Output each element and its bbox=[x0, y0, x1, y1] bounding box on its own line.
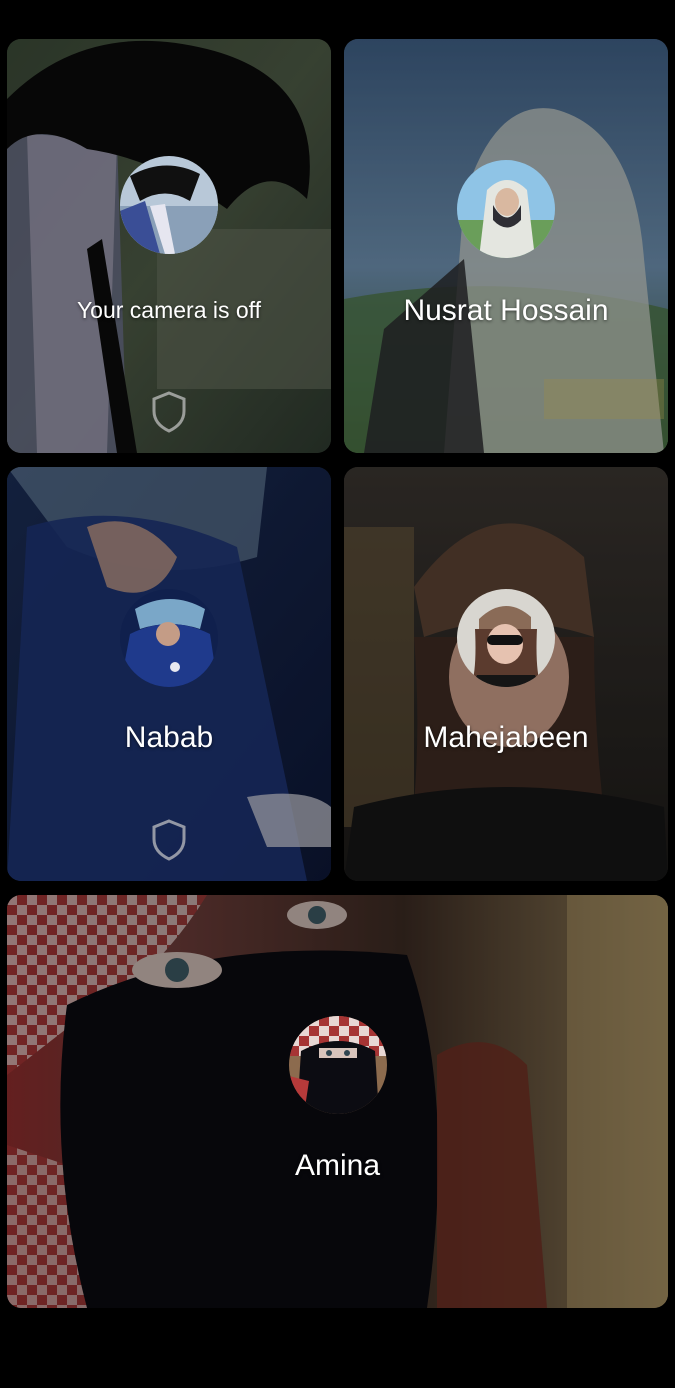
avatar bbox=[288, 1016, 387, 1114]
avatar bbox=[120, 156, 218, 254]
participant-tile-mahejabeen[interactable]: Mahejabeen bbox=[344, 467, 668, 881]
participant-name: Amina bbox=[294, 1149, 381, 1182]
avatar bbox=[457, 160, 555, 258]
participant-tile-amina[interactable]: Amina bbox=[7, 895, 668, 1308]
participant-name: Mahejabeen bbox=[423, 721, 589, 754]
participant-tile-nusrat-hossain[interactable]: Nusrat Hossain bbox=[344, 39, 668, 453]
participant-name: Your camera is off bbox=[76, 297, 262, 323]
participant-name: Nabab bbox=[124, 721, 214, 754]
participant-tile-self[interactable]: Your camera is off bbox=[7, 39, 331, 453]
shield-icon bbox=[152, 819, 186, 861]
avatar bbox=[457, 589, 555, 687]
participant-tile-nabab[interactable]: Nabab bbox=[7, 467, 331, 881]
shield-icon bbox=[152, 391, 186, 433]
avatar bbox=[120, 589, 218, 687]
participant-name: Nusrat Hossain bbox=[403, 294, 609, 327]
